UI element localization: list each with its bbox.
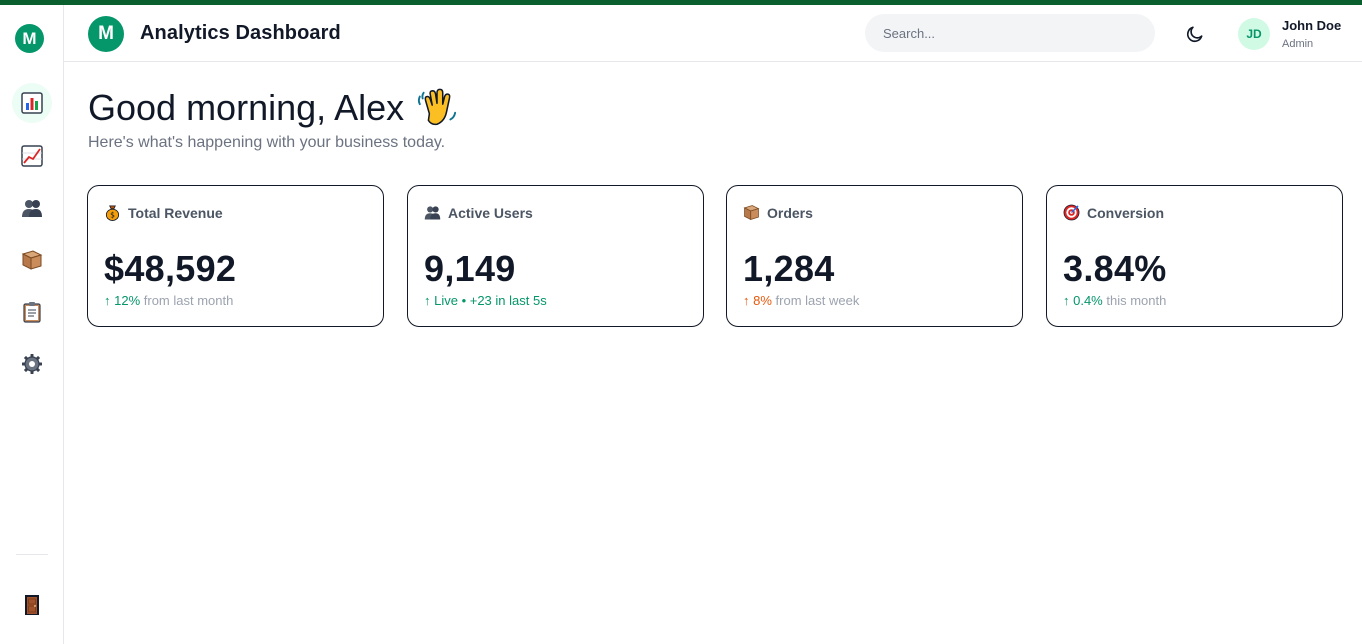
greeting-text: Good morning, Alex — [88, 87, 405, 128]
sidebar: M — [0, 5, 64, 644]
top-header: M Analytics Dashboard JD John Doe Admin — [64, 5, 1362, 62]
brand-logo[interactable]: M — [88, 16, 124, 52]
theme-toggle-button[interactable] — [1182, 21, 1208, 47]
card-label: Active Users — [448, 205, 533, 221]
card-delta: ↑ 8% — [743, 293, 772, 308]
stat-card-total-revenue: $ Total Revenue $48,592 ↑ 12% from last … — [87, 185, 384, 327]
target-icon — [1063, 204, 1080, 221]
card-label: Orders — [767, 205, 813, 221]
app-title: Analytics Dashboard — [140, 22, 341, 44]
sidebar-logo[interactable]: M — [15, 24, 44, 53]
gear-icon — [22, 354, 42, 374]
stat-card-orders: Orders 1,284 ↑ 8% from last week — [726, 185, 1023, 327]
card-delta: ↑ 12% — [104, 293, 141, 308]
sidebar-item-dashboard[interactable] — [12, 83, 52, 123]
package-icon — [743, 204, 760, 221]
card-value: 1,284 — [743, 248, 835, 289]
sidebar-item-settings[interactable] — [12, 344, 52, 384]
stat-card-conversion: Conversion 3.84% ↑ 0.4% this month — [1046, 185, 1343, 327]
money-bag-icon: $ — [104, 204, 121, 221]
package-icon — [21, 250, 43, 270]
sidebar-item-logout[interactable] — [12, 585, 52, 625]
waving-hand-icon — [418, 88, 457, 126]
greeting-subtitle: Here's what's happening with your busine… — [88, 134, 446, 151]
users-icon — [22, 200, 42, 217]
sidebar-divider — [16, 554, 48, 555]
card-footer: ↑ Live • +23 in last 5s — [424, 293, 547, 308]
card-delta-suffix: from last week — [771, 293, 860, 308]
card-delta-suffix: this month — [1102, 293, 1167, 308]
sidebar-item-analytics[interactable] — [12, 136, 52, 176]
card-footer: ↑ 0.4% this month — [1063, 293, 1166, 308]
user-name: John Doe — [1282, 18, 1342, 33]
card-value: 9,149 — [424, 248, 516, 289]
search-input[interactable] — [865, 14, 1155, 52]
sidebar-item-users[interactable] — [12, 188, 52, 228]
moon-icon — [1186, 26, 1203, 43]
clipboard-icon — [23, 302, 41, 323]
card-delta: ↑ 0.4% — [1063, 293, 1103, 308]
bar-chart-icon — [21, 92, 43, 114]
users-icon — [424, 204, 441, 221]
user-role: Admin — [1282, 38, 1314, 50]
card-value: $48,592 — [104, 248, 237, 289]
card-label: Conversion — [1087, 205, 1165, 221]
card-footer: ↑ 12% from last month — [104, 293, 233, 308]
greeting-heading: Good morning, Alex — [88, 87, 458, 129]
svg-text:$: $ — [110, 211, 115, 220]
card-label: Total Revenue — [128, 205, 223, 221]
sidebar-item-products[interactable] — [12, 240, 52, 280]
card-delta-suffix: from last month — [140, 293, 234, 308]
sidebar-item-reports[interactable] — [12, 292, 52, 332]
door-icon — [25, 595, 39, 615]
card-value: 3.84% — [1063, 248, 1167, 289]
stat-card-active-users: Active Users 9,149 ↑ Live • +23 in last … — [407, 185, 704, 327]
card-footer: ↑ 8% from last week — [743, 293, 859, 308]
user-avatar[interactable]: JD — [1238, 18, 1270, 50]
card-delta: ↑ Live • +23 in last 5s — [424, 293, 547, 308]
trending-chart-icon — [21, 145, 43, 167]
